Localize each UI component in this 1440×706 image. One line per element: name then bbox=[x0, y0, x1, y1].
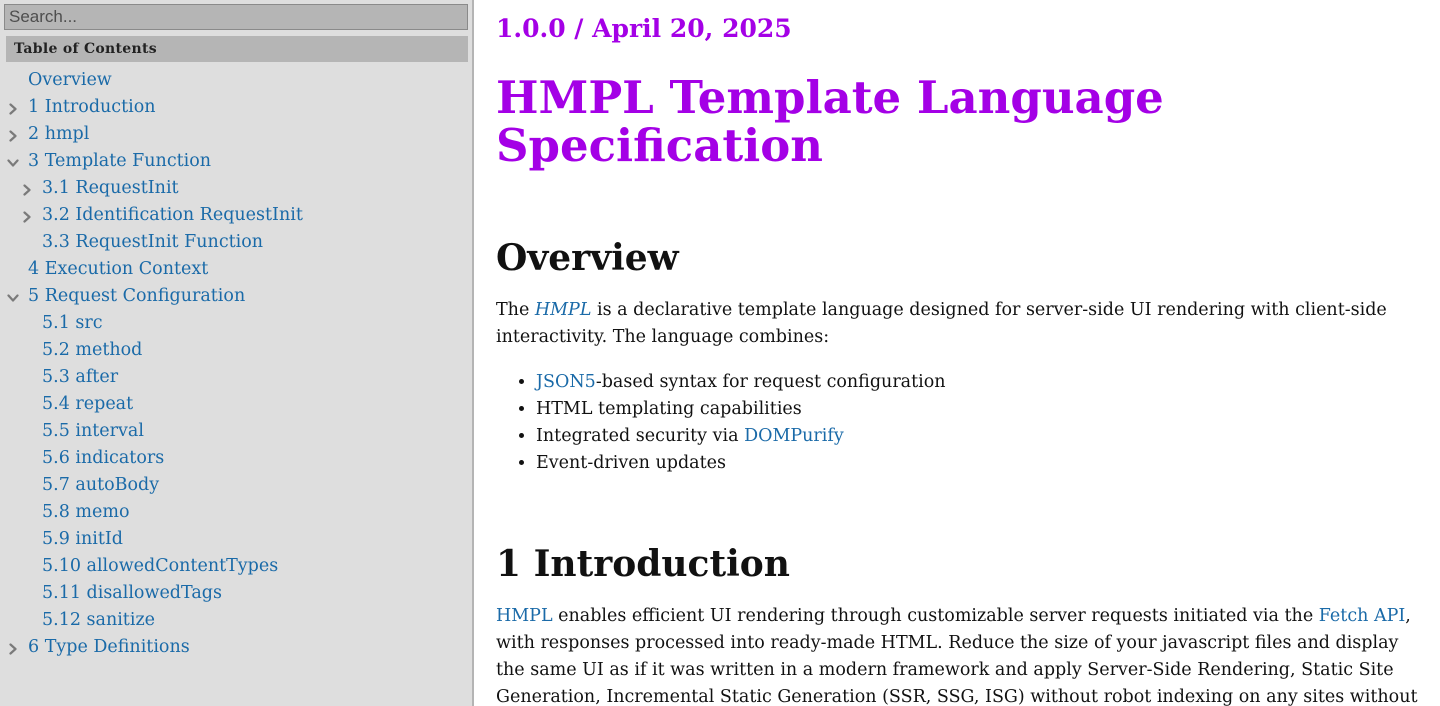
toc-item-5-7-autobody[interactable]: 5.7 autoBody bbox=[0, 472, 470, 499]
toc-item-label: 4 Execution Context bbox=[28, 259, 209, 279]
toc-item-4-execution-context[interactable]: 4 Execution Context bbox=[0, 256, 470, 283]
toc-item-5-9-initid[interactable]: 5.9 initId bbox=[0, 526, 470, 553]
sidebar: Table of Contents Overview 1 Introduction… bbox=[0, 0, 474, 706]
list-item-text: Integrated security via bbox=[536, 426, 745, 446]
list-item-text: Event-driven updates bbox=[536, 453, 726, 473]
list-item: Integrated security via DOMPurify bbox=[536, 423, 946, 450]
list-item-text: -based syntax for request configuration bbox=[595, 372, 946, 392]
main-content: 1.0.0 / April 20, 2025 HMPL Template Lan… bbox=[496, 0, 1426, 706]
toc-item-3-2-identification-requestinit[interactable]: 3.2 Identification RequestInit bbox=[0, 202, 470, 229]
toc-item-5-6-indicators[interactable]: 5.6 indicators bbox=[0, 445, 470, 472]
toc-item-5-request-configuration[interactable]: 5 Request Configuration bbox=[0, 283, 470, 310]
overview-text-rest: is a declarative template language desig… bbox=[496, 300, 1387, 347]
hmpl-intro-link[interactable]: HMPL bbox=[496, 606, 553, 626]
list-item: HTML templating capabilities bbox=[536, 396, 946, 423]
toc-item-label: 5.2 method bbox=[42, 340, 143, 360]
toc-item-label: 1 Introduction bbox=[28, 97, 156, 117]
toc-item-5-8-memo[interactable]: 5.8 memo bbox=[0, 499, 470, 526]
fetch-api-link[interactable]: Fetch API bbox=[1319, 606, 1406, 626]
introduction-paragraph: HMPL enables efficient UI rendering thro… bbox=[496, 603, 1421, 706]
toc-item-label: 3.1 RequestInit bbox=[42, 178, 179, 198]
toc-item-label: 3 Template Function bbox=[28, 151, 212, 171]
toc-item-label: 5.12 sanitize bbox=[42, 610, 156, 630]
page-title: HMPL Template Language Specification bbox=[496, 71, 1164, 172]
chevron-right-icon[interactable] bbox=[21, 211, 33, 223]
toc-item-label: 5.10 allowedContentTypes bbox=[42, 556, 279, 576]
toc-item-label: 5.4 repeat bbox=[42, 394, 134, 414]
chevron-right-icon[interactable] bbox=[7, 130, 19, 142]
search-input[interactable] bbox=[4, 4, 468, 30]
toc-item-label: 2 hmpl bbox=[28, 124, 90, 144]
dompurify-link[interactable]: DOMPurify bbox=[744, 426, 844, 446]
toc-item-label: 5.11 disallowedTags bbox=[42, 583, 222, 603]
chevron-down-icon[interactable] bbox=[7, 157, 19, 169]
toc-item-label: 6 Type Definitions bbox=[28, 637, 190, 657]
version-date: 1.0.0 / April 20, 2025 bbox=[496, 14, 792, 43]
features-list: JSON5-based syntax for request configura… bbox=[536, 369, 946, 477]
toc-item-label: 5.5 interval bbox=[42, 421, 144, 441]
hmpl-link[interactable]: HMPL bbox=[535, 300, 592, 320]
overview-text-start: The bbox=[496, 300, 535, 320]
toc-item-3-3-requestinit-function[interactable]: 3.3 RequestInit Function bbox=[0, 229, 470, 256]
toc-item-2-hmpl[interactable]: 2 hmpl bbox=[0, 121, 470, 148]
intro-text-1: enables efficient UI rendering through c… bbox=[552, 606, 1319, 626]
toc-item-label: 3.3 RequestInit Function bbox=[42, 232, 264, 252]
toc-item-label: 5.6 indicators bbox=[42, 448, 165, 468]
chevron-down-icon[interactable] bbox=[7, 292, 19, 304]
toc-item-label: 3.2 Identification RequestInit bbox=[42, 205, 303, 225]
toc-item-5-4-repeat[interactable]: 5.4 repeat bbox=[0, 391, 470, 418]
toc-item-label: 5.7 autoBody bbox=[42, 475, 160, 495]
toc-header: Table of Contents bbox=[6, 36, 468, 62]
chevron-right-icon[interactable] bbox=[21, 184, 33, 196]
json5-link[interactable]: JSON5 bbox=[536, 372, 596, 392]
toc-item-label: 5.8 memo bbox=[42, 502, 130, 522]
toc-item-label: Overview bbox=[28, 70, 112, 90]
chevron-right-icon[interactable] bbox=[7, 643, 19, 655]
toc-item-label: 5.9 initId bbox=[42, 529, 124, 549]
toc-item-5-5-interval[interactable]: 5.5 interval bbox=[0, 418, 470, 445]
toc-item-5-3-after[interactable]: 5.3 after bbox=[0, 364, 470, 391]
overview-heading: Overview bbox=[496, 237, 679, 279]
toc-item-1-introduction[interactable]: 1 Introduction bbox=[0, 94, 470, 121]
table-of-contents: Overview 1 Introduction 2 hmpl 3 Template F… bbox=[0, 67, 470, 661]
introduction-heading: 1 Introduction bbox=[496, 543, 790, 585]
toc-item-5-1-src[interactable]: 5.1 src bbox=[0, 310, 470, 337]
list-item: Event-driven updates bbox=[536, 450, 946, 477]
chevron-right-icon[interactable] bbox=[7, 103, 19, 115]
toc-item-label: 5.3 after bbox=[42, 367, 119, 387]
toc-item-6-type-definitions[interactable]: 6 Type Definitions bbox=[0, 634, 470, 661]
toc-item-3-1-requestinit[interactable]: 3.1 RequestInit bbox=[0, 175, 470, 202]
toc-item-overview[interactable]: Overview bbox=[0, 67, 470, 94]
toc-item-5-11-disallowedtags[interactable]: 5.11 disallowedTags bbox=[0, 580, 470, 607]
toc-item-label: 5.1 src bbox=[42, 313, 103, 333]
list-item-text: HTML templating capabilities bbox=[536, 399, 802, 419]
toc-item-5-12-sanitize[interactable]: 5.12 sanitize bbox=[0, 607, 470, 634]
overview-paragraph: The HMPL is a declarative template langu… bbox=[496, 297, 1421, 351]
toc-item-5-10-allowedcontenttypes[interactable]: 5.10 allowedContentTypes bbox=[0, 553, 470, 580]
toc-item-label: 5 Request Configuration bbox=[28, 286, 246, 306]
toc-item-5-2-method[interactable]: 5.2 method bbox=[0, 337, 470, 364]
list-item: JSON5-based syntax for request configura… bbox=[536, 369, 946, 396]
toc-item-3-template-function[interactable]: 3 Template Function bbox=[0, 148, 470, 175]
